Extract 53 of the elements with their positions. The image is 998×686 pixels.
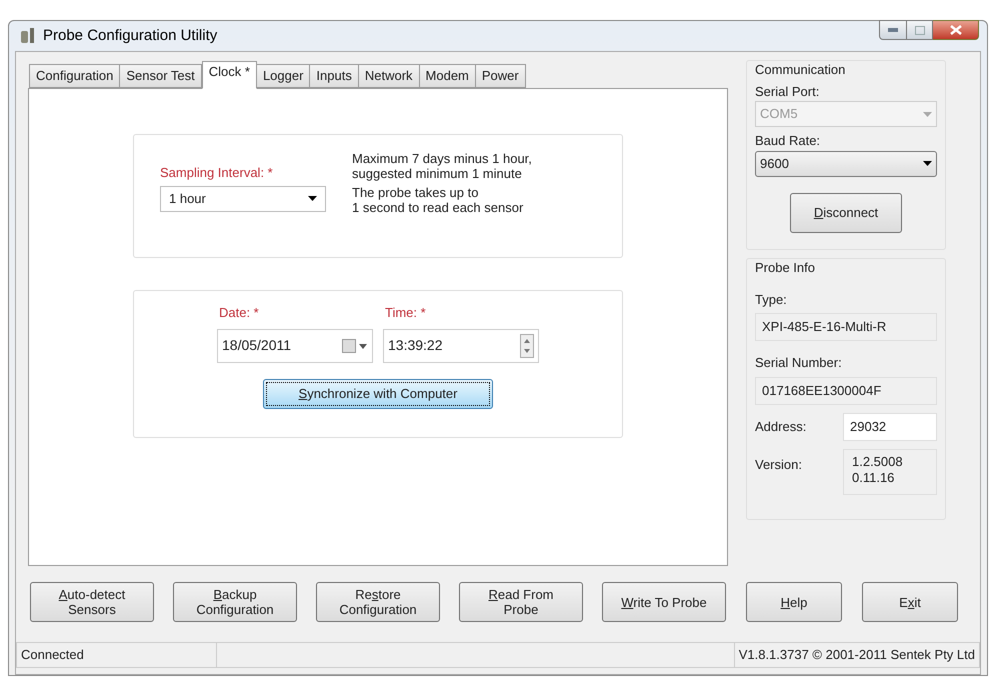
maximize-icon [914, 26, 924, 34]
action-button[interactable]: Restore Configuration [316, 582, 440, 622]
tab[interactable]: Clock * [202, 61, 257, 89]
dialog-button[interactable]: Help [746, 582, 842, 622]
field-label: Serial Port: [755, 82, 820, 100]
field-label: Serial Number: [755, 354, 843, 372]
hint-text: The probe takes up to 1 second to read each sensor [352, 185, 524, 215]
tab[interactable]: Modem [418, 64, 476, 88]
tab[interactable]: Inputs [309, 64, 359, 88]
sampling-interval-dropdown[interactable]: 1 hour [160, 186, 326, 212]
copyright-text: V1.8.1.3737 © 2001-2011 Sentek Pty Ltd [738, 646, 976, 664]
action-button[interactable]: Read From Probe [459, 582, 583, 622]
action-button[interactable]: Backup Configuration [173, 582, 297, 622]
field-label: Time: * [384, 304, 427, 322]
synchronize-button[interactable]: Synchronize with Computer [263, 378, 493, 408]
calendar-icon [342, 338, 368, 352]
version-field: 1.2.5008 0.11.16 [843, 448, 937, 494]
spinner-arrows-icon [520, 334, 534, 358]
date-picker[interactable]: 18/05/2011 [217, 328, 373, 362]
maximize-button[interactable] [907, 20, 933, 40]
hint-text: Maximum 7 days minus 1 hour, suggested minimum 1 minute [352, 151, 532, 181]
status-text: Connected [17, 643, 217, 667]
serial-number-field: 017168EE1300004F [755, 376, 937, 404]
field-label: Type: [755, 290, 788, 309]
tab[interactable]: Power [474, 64, 526, 88]
window-title: Probe Configuration Utility [43, 26, 218, 46]
tab[interactable]: Configuration [29, 64, 120, 88]
tab[interactable]: Logger [256, 64, 310, 88]
close-button[interactable] [933, 20, 979, 40]
field-label: Address: [755, 418, 808, 436]
group-title: Probe Info [755, 259, 816, 277]
dropdown-arrow-icon [923, 112, 932, 116]
field-label: Date: * [218, 304, 260, 322]
field-label: Version: [755, 456, 803, 474]
time-spinner[interactable]: 13:39:22 [383, 328, 539, 362]
minimize-icon [888, 28, 898, 32]
action-button[interactable]: Write To Probe [602, 582, 726, 622]
type-field: XPI-485-E-16-Multi-R [755, 313, 937, 341]
tab[interactable]: Sensor Test [119, 64, 202, 88]
minimize-button[interactable] [879, 20, 907, 40]
baud-rate-dropdown[interactable]: 9600 [755, 150, 937, 176]
dialog-button[interactable]: Exit [862, 582, 958, 622]
action-button[interactable]: Auto-detect Sensors [30, 582, 154, 622]
dropdown-arrow-icon [308, 196, 317, 201]
close-icon [950, 25, 962, 35]
disconnect-button[interactable]: Disconnect [790, 192, 902, 232]
dropdown-arrow-icon [923, 161, 932, 166]
group-title: Communication [755, 61, 846, 79]
address-field[interactable]: 29032 [843, 412, 937, 440]
probe-app-icon [19, 27, 37, 45]
field-label: Sampling Interval: * [160, 164, 274, 182]
field-label: Baud Rate: [755, 132, 822, 150]
tab[interactable]: Network [358, 64, 420, 88]
